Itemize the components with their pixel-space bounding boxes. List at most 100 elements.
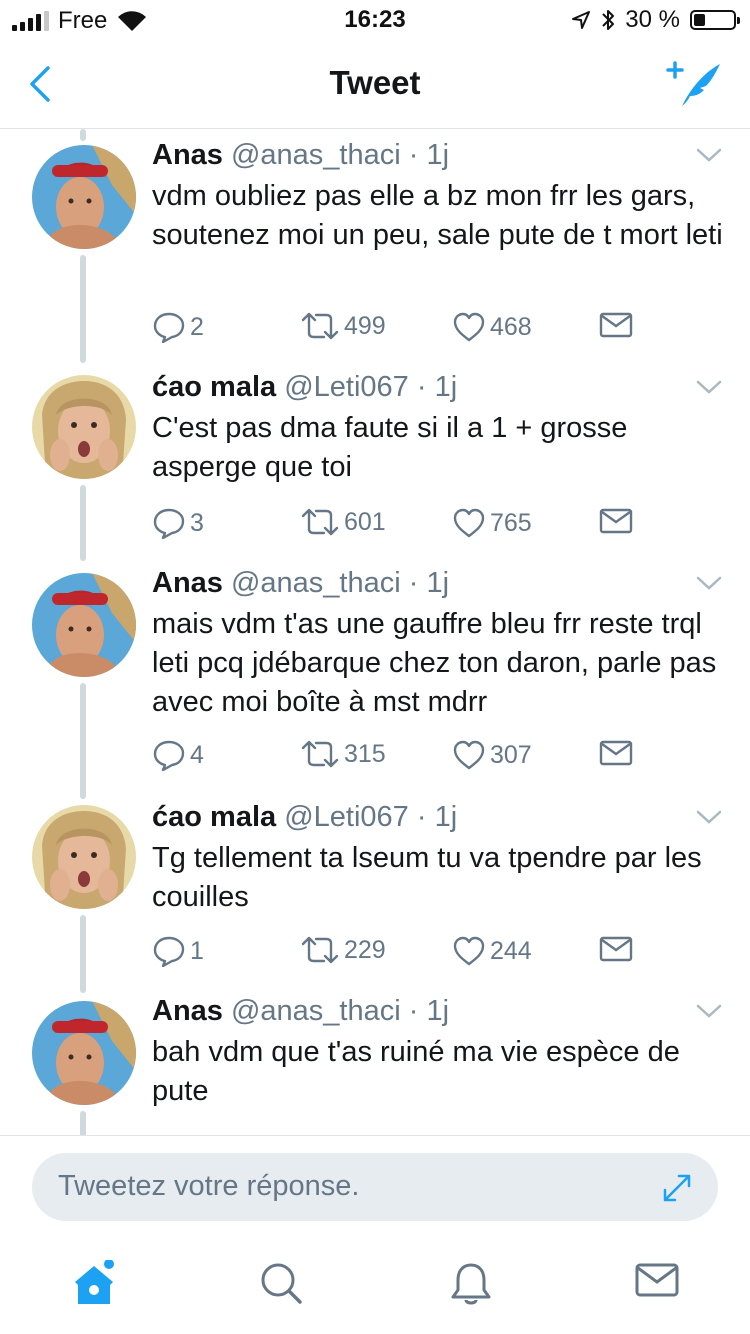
tweet-time: 1j [434, 801, 458, 833]
bluetooth-icon [602, 10, 615, 30]
author-handle[interactable]: @Leti067 [284, 801, 409, 833]
thread-connector [80, 683, 86, 799]
reply-count: 4 [190, 740, 204, 769]
location-arrow-icon [572, 11, 591, 29]
author-name[interactable]: Anas [152, 567, 223, 599]
tab-bar [0, 1238, 750, 1334]
envelope-icon [599, 312, 633, 338]
reply-icon [153, 312, 185, 343]
avatar[interactable] [32, 1001, 136, 1105]
tab-notifications[interactable] [448, 1260, 494, 1306]
reply-icon [153, 740, 185, 771]
tweet-actions: 4 315 307 [152, 739, 652, 775]
retweet-button[interactable]: 229 [300, 935, 386, 965]
avatar[interactable] [32, 375, 136, 479]
reply-input[interactable]: Tweetez votre réponse. [32, 1153, 718, 1221]
dm-share-button[interactable] [599, 311, 633, 339]
dm-share-button[interactable] [599, 935, 633, 963]
author-handle[interactable]: @anas_thaci [231, 567, 401, 599]
reply-count: 3 [190, 508, 204, 537]
heart-icon [453, 740, 485, 770]
thread-connector [80, 485, 86, 561]
avatar[interactable] [32, 573, 136, 677]
envelope-icon [635, 1263, 679, 1297]
battery-percent: 30 % [625, 6, 680, 33]
retweet-icon [301, 508, 339, 536]
tab-search[interactable] [258, 1260, 304, 1306]
author-handle[interactable]: @anas_thaci [231, 139, 401, 171]
chevron-down-icon[interactable] [696, 379, 722, 395]
status-bar: Free 16:23 30 % [0, 0, 750, 40]
like-button[interactable]: 307 [452, 739, 532, 771]
like-count: 244 [490, 936, 532, 965]
avatar[interactable] [32, 145, 136, 249]
compose-tweet-icon[interactable] [666, 60, 722, 110]
reply-button[interactable]: 2 [152, 311, 204, 343]
nav-bar: Tweet [0, 40, 750, 129]
chevron-down-icon[interactable] [696, 809, 722, 825]
tweet-time: 1j [434, 371, 458, 403]
reply-bar: Tweetez votre réponse. [0, 1135, 750, 1238]
tweet-actions: 1 229 244 [152, 935, 652, 971]
avatar[interactable] [32, 805, 136, 909]
tweet-time: 1j [426, 139, 450, 171]
separator-dot: · [416, 801, 427, 833]
reply-button[interactable]: 3 [152, 507, 204, 539]
retweet-count: 499 [344, 311, 386, 340]
status-right: 30 % [571, 6, 740, 34]
retweet-count: 315 [344, 739, 386, 768]
envelope-icon [599, 508, 633, 534]
tweet-text: bah vdm que t'as ruiné ma vie espèce de … [152, 1036, 680, 1107]
reply-count: 2 [190, 312, 204, 341]
tweet-header: ćao mala @Leti067 · 1j [152, 801, 457, 834]
tab-home[interactable] [70, 1260, 116, 1306]
tweet-time: 1j [426, 995, 450, 1027]
separator-dot: · [408, 995, 419, 1027]
bell-icon [451, 1263, 491, 1305]
thread-connector [80, 1111, 86, 1135]
envelope-icon [599, 740, 633, 766]
tab-messages[interactable] [634, 1260, 680, 1306]
reply-icon [153, 508, 185, 539]
retweet-count: 601 [344, 507, 386, 536]
dm-share-button[interactable] [599, 507, 633, 535]
author-handle[interactable]: @anas_thaci [231, 995, 401, 1027]
tweet-thread[interactable]: Anas @anas_thaci · 1j vdm oubliez pas el… [0, 129, 750, 1135]
dm-share-button[interactable] [599, 739, 633, 767]
battery-icon [690, 10, 740, 30]
chevron-down-icon[interactable] [696, 147, 722, 163]
expand-arrows-icon[interactable] [660, 1171, 694, 1205]
tweet-text: vdm oubliez pas elle a bz mon frr les ga… [152, 180, 723, 251]
like-button[interactable]: 765 [452, 507, 532, 539]
chevron-down-icon[interactable] [696, 1003, 722, 1019]
tweet-text: mais vdm t'as une gauffre bleu frr reste… [152, 608, 717, 718]
tweet[interactable]: ćao mala @Leti067 · 1j Tg tellement ta l… [0, 799, 750, 993]
tweet-actions: 2 499 468 [152, 311, 652, 347]
tweet[interactable]: Anas @anas_thaci · 1j mais vdm t'as une … [0, 561, 750, 799]
retweet-icon [301, 740, 339, 768]
tweet[interactable]: Anas @anas_thaci · 1j bah vdm que t'as r… [0, 993, 750, 1135]
retweet-button[interactable]: 499 [300, 311, 386, 341]
chevron-down-icon[interactable] [696, 575, 722, 591]
heart-icon [453, 508, 485, 538]
battery-fill [694, 14, 705, 26]
tweet[interactable]: ćao mala @Leti067 · 1j C'est pas dma fau… [0, 365, 750, 561]
like-button[interactable]: 468 [452, 311, 532, 343]
thread-connector [80, 915, 86, 993]
author-name[interactable]: ćao mala [152, 371, 276, 403]
author-name[interactable]: Anas [152, 139, 223, 171]
like-button[interactable]: 244 [452, 935, 532, 967]
retweet-icon [301, 936, 339, 964]
author-handle[interactable]: @Leti067 [284, 371, 409, 403]
author-name[interactable]: Anas [152, 995, 223, 1027]
like-count: 765 [490, 508, 532, 537]
author-name[interactable]: ćao mala [152, 801, 276, 833]
retweet-button[interactable]: 315 [300, 739, 386, 769]
separator-dot: · [416, 371, 427, 403]
retweet-button[interactable]: 601 [300, 507, 386, 537]
tweet[interactable]: Anas @anas_thaci · 1j vdm oubliez pas el… [0, 129, 750, 365]
reply-button[interactable]: 1 [152, 935, 204, 967]
heart-icon [453, 312, 485, 342]
tweet-header: Anas @anas_thaci · 1j [152, 139, 449, 172]
reply-button[interactable]: 4 [152, 739, 204, 771]
